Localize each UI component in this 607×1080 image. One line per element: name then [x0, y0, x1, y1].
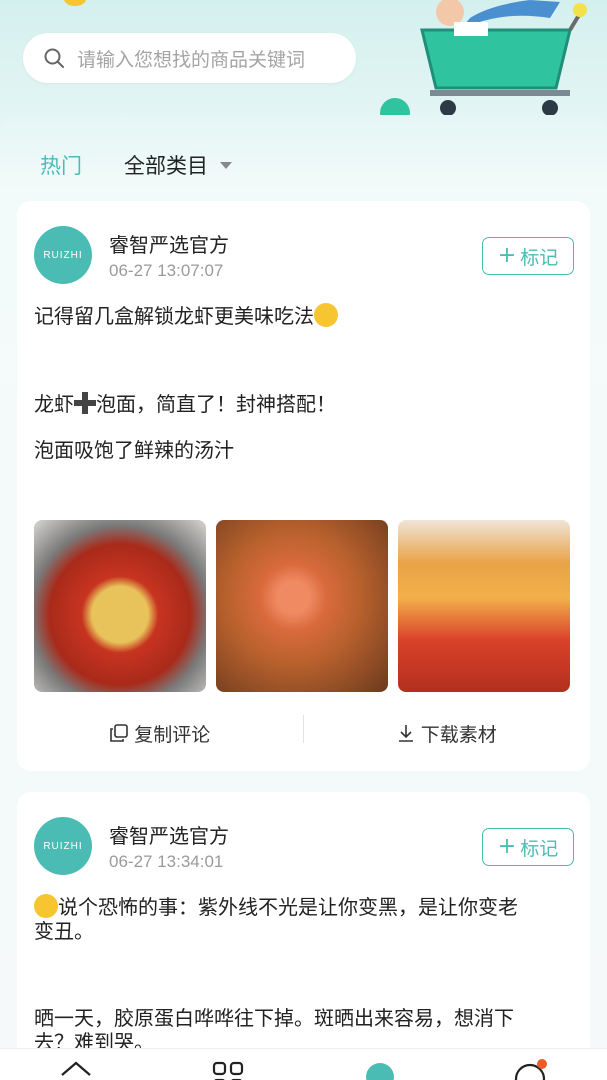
post-text-line: 泡面吸饱了鲜辣的汤汁 [34, 438, 234, 462]
post-card: RUIZHI 睿智严选官方 06-27 13:34:01 + 标记 说个恐怖的事… [17, 792, 590, 1080]
copy-comment-button[interactable]: 复制评论 [17, 720, 304, 747]
plus-icon: + [497, 243, 517, 268]
caret-down-icon[interactable] [220, 161, 232, 169]
planet-icon[interactable] [362, 1059, 398, 1080]
avatar-label: RUIZHI [43, 249, 83, 261]
text-line: 说个恐怖的事：紫外线不光是让你变黑，是让你变老 [58, 895, 518, 919]
text-line: 记得留几盒解锁龙虾更美味吃法 [34, 304, 314, 328]
author-name: 睿智严选官方 [109, 824, 229, 848]
photo-grid [34, 520, 570, 692]
download-label: 下载素材 [420, 723, 497, 746]
post-text-line: 龙虾 泡面，简直了！封神搭配！ [34, 391, 574, 417]
grid-icon[interactable] [210, 1059, 246, 1080]
message-icon[interactable] [512, 1059, 548, 1080]
plus-icon [74, 392, 96, 414]
bottom-nav [0, 1048, 607, 1080]
post-time: 06-27 13:34:01 [109, 852, 224, 871]
post-text-line: 变丑。 [34, 919, 94, 943]
drooling-face-icon [314, 303, 338, 327]
download-button[interactable]: 下载素材 [304, 720, 591, 747]
crying-face-icon [34, 894, 58, 918]
mark-button[interactable]: + 标记 [482, 828, 574, 866]
avatar[interactable]: RUIZHI [34, 226, 92, 284]
post-text-line: 说个恐怖的事：紫外线不光是让你变黑，是让你变老 [34, 894, 574, 920]
plus-icon: + [497, 834, 517, 859]
download-icon [398, 725, 413, 742]
copy-label: 复制评论 [134, 723, 211, 746]
mark-button[interactable]: + 标记 [482, 237, 574, 275]
category-tabs: 热门 全部类目 [40, 150, 232, 180]
mark-label: 标记 [520, 837, 559, 860]
text-line: 龙虾 [34, 392, 74, 416]
author-name: 睿智严选官方 [109, 233, 229, 257]
post-time: 06-27 13:07:07 [109, 261, 224, 280]
mark-label: 标记 [520, 246, 559, 269]
copy-icon [110, 724, 129, 742]
post-card: RUIZHI 睿智严选官方 06-27 13:07:07 + 标记 记得留几盒解… [17, 201, 590, 771]
post-text-line: 记得留几盒解锁龙虾更美味吃法 [34, 303, 574, 329]
avatar-label: RUIZHI [43, 840, 83, 852]
shopping-cart-illustration [420, 0, 587, 116]
photo-beer-crayfish[interactable] [398, 520, 570, 692]
divider [303, 715, 304, 743]
photo-crayfish-noodles[interactable] [34, 520, 206, 692]
tab-hot[interactable]: 热门 [40, 150, 82, 180]
tab-all-categories[interactable]: 全部类目 [124, 150, 208, 180]
search-placeholder: 请输入您想找的商品关键词 [77, 48, 306, 71]
search-icon [44, 48, 64, 68]
photo-crayfish-chopsticks[interactable] [216, 520, 388, 692]
text-line: 泡面，简直了！封神搭配！ [96, 392, 336, 416]
avatar[interactable]: RUIZHI [34, 817, 92, 875]
decoration-dot [64, 0, 86, 6]
post-text-line: 晒一天，胶原蛋白哗哗往下掉。斑晒出来容易，想消下 [34, 1006, 514, 1030]
search-input[interactable]: 请输入您想找的商品关键词 [23, 33, 356, 83]
home-icon[interactable] [58, 1059, 94, 1080]
